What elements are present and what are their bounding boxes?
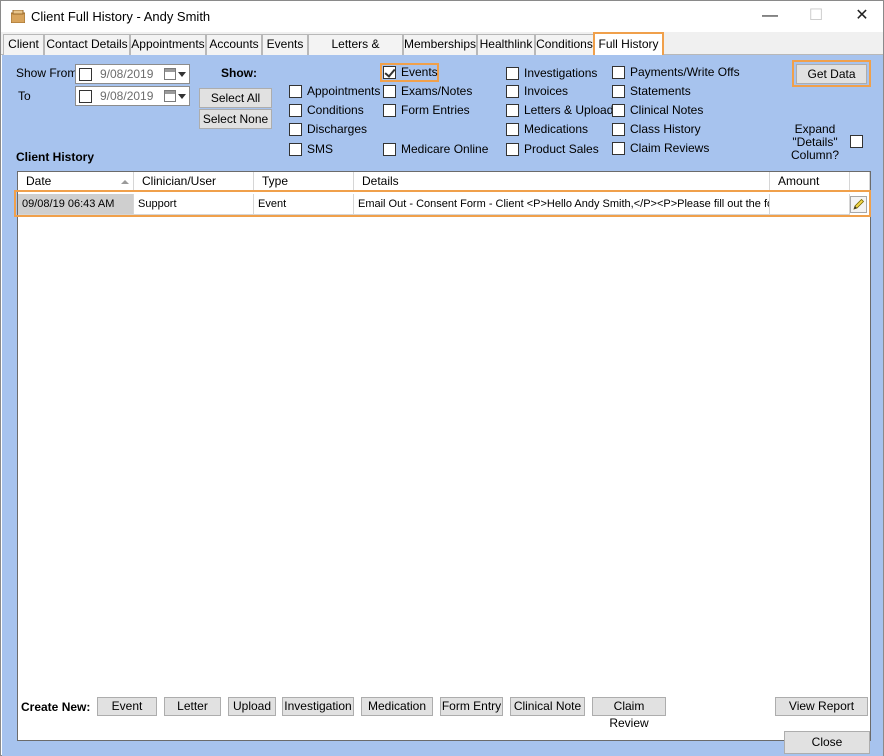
clinical-notes-checkbox[interactable] — [612, 104, 625, 117]
investigations-checkbox[interactable] — [506, 67, 519, 80]
class-history-label: Class History — [630, 122, 701, 136]
column-header-details[interactable]: Details — [354, 172, 770, 192]
tab-memberships[interactable]: Memberships — [403, 34, 477, 55]
claim-reviews-label: Claim Reviews — [630, 141, 710, 155]
calendar-icon — [164, 68, 176, 80]
events-checkbox[interactable] — [383, 66, 396, 79]
class-history-checkbox[interactable] — [612, 123, 625, 136]
statements-checkbox[interactable] — [612, 85, 625, 98]
full-history-panel: Show From To 9/08/2019 9/08/2019 Show: S… — [2, 55, 883, 756]
claim-reviews-checkbox[interactable] — [612, 142, 625, 155]
title-bar: Client Full History - Andy Smith — ☐ ✕ — [1, 1, 883, 32]
view-report-button[interactable]: View Report — [775, 697, 868, 716]
appointments-checkbox[interactable] — [289, 85, 302, 98]
to-enable-checkbox[interactable] — [79, 90, 92, 103]
create-clinical-note-button[interactable]: Clinical Note — [510, 697, 585, 716]
create-upload-button[interactable]: Upload — [228, 697, 276, 716]
exams-notes-label: Exams/Notes — [401, 84, 473, 98]
column-header-type[interactable]: Type — [254, 172, 354, 192]
tab-contact-details[interactable]: Contact Details — [44, 34, 130, 55]
client-history-grid: Date Clinician/User Type Details Amount … — [17, 171, 871, 741]
close-button[interactable]: Close — [784, 731, 870, 754]
invoices-checkbox[interactable] — [506, 85, 519, 98]
medicare-online-label: Medicare Online — [401, 142, 489, 156]
to-date-picker[interactable]: 9/08/2019 — [75, 86, 190, 106]
create-letter-button[interactable]: Letter — [164, 697, 221, 716]
create-new-label: Create New: — [21, 700, 91, 714]
statements-label: Statements — [630, 84, 691, 98]
tab-appointments[interactable]: Appointments — [130, 34, 206, 55]
form-entries-checkbox[interactable] — [383, 104, 396, 117]
create-event-button[interactable]: Event — [97, 697, 157, 716]
dropdown-arrow-icon[interactable] — [178, 72, 186, 77]
show-from-date-value: 9/08/2019 — [100, 67, 154, 81]
column-header-date-text: Date — [26, 174, 52, 188]
payments-write-offs-label: Payments/Write Offs — [630, 65, 740, 79]
form-entries-label: Form Entries — [401, 103, 470, 117]
client-full-history-window: Client Full History - Andy Smith — ☐ ✕ C… — [0, 0, 884, 756]
client-history-title: Client History — [16, 150, 95, 164]
select-none-button[interactable]: Select None — [199, 109, 272, 129]
conditions-checkbox[interactable] — [289, 104, 302, 117]
window-title: Client Full History - Andy Smith — [31, 9, 211, 24]
to-date-value: 9/08/2019 — [100, 89, 154, 103]
clinical-notes-label: Clinical Notes — [630, 103, 704, 117]
maximize-button[interactable]: ☐ — [793, 1, 839, 32]
create-investigation-button[interactable]: Investigation — [282, 697, 354, 716]
tab-accounts[interactable]: Accounts — [206, 34, 262, 55]
discharges-checkbox[interactable] — [289, 123, 302, 136]
create-claim-review-button[interactable]: Claim Review — [592, 697, 666, 730]
appointments-label: Appointments — [307, 84, 381, 98]
sort-ascending-icon — [121, 180, 129, 184]
show-from-date-picker[interactable]: 9/08/2019 — [75, 64, 190, 84]
tab-events[interactable]: Events — [262, 34, 308, 55]
show-label: Show: — [221, 66, 257, 80]
medicare-online-checkbox[interactable] — [383, 143, 396, 156]
calendar-icon — [164, 90, 176, 102]
tab-strip: Client Contact Details Appointments Acco… — [1, 32, 883, 70]
dropdown-arrow-icon[interactable] — [178, 94, 186, 99]
create-form-entry-button[interactable]: Form Entry — [440, 697, 503, 716]
invoices-label: Invoices — [524, 84, 569, 98]
letters-uploads-checkbox[interactable] — [506, 104, 519, 117]
tab-conditions[interactable]: Conditions — [535, 34, 594, 55]
events-label: Events — [401, 65, 438, 79]
show-from-label: Show From — [16, 66, 78, 80]
expand-details-label: Expand "Details" Column? — [790, 122, 840, 162]
close-window-button[interactable]: ✕ — [839, 1, 884, 32]
tab-full-history[interactable]: Full History — [593, 32, 664, 56]
tab-client[interactable]: Client — [3, 34, 44, 55]
select-all-button[interactable]: Select All — [199, 88, 272, 108]
medications-checkbox[interactable] — [506, 123, 519, 136]
tab-letters-uploads[interactable]: Letters & Uploads — [308, 34, 403, 70]
show-from-enable-checkbox[interactable] — [79, 68, 92, 81]
app-icon — [11, 10, 25, 23]
column-header-clinician[interactable]: Clinician/User — [134, 172, 254, 192]
investigations-label: Investigations — [524, 66, 598, 80]
conditions-label: Conditions — [307, 103, 364, 117]
selected-row-highlight — [14, 190, 871, 217]
column-header-date[interactable]: Date — [18, 172, 134, 192]
discharges-label: Discharges — [307, 122, 368, 136]
minimize-button[interactable]: — — [747, 1, 793, 32]
column-header-amount[interactable]: Amount — [770, 172, 850, 192]
medications-label: Medications — [524, 122, 589, 136]
create-medication-button[interactable]: Medication — [361, 697, 433, 716]
product-sales-checkbox[interactable] — [506, 143, 519, 156]
tab-healthlink[interactable]: Healthlink — [477, 34, 535, 55]
payments-write-offs-checkbox[interactable] — [612, 66, 625, 79]
expand-details-checkbox[interactable] — [850, 135, 863, 148]
exams-notes-checkbox[interactable] — [383, 85, 396, 98]
column-header-edit — [850, 172, 870, 192]
sms-label: SMS — [307, 142, 334, 156]
product-sales-label: Product Sales — [524, 142, 599, 156]
get-data-button[interactable]: Get Data — [796, 64, 867, 84]
sms-checkbox[interactable] — [289, 143, 302, 156]
letters-uploads-label: Letters & Uploads — [524, 103, 620, 117]
to-label: To — [18, 89, 31, 103]
